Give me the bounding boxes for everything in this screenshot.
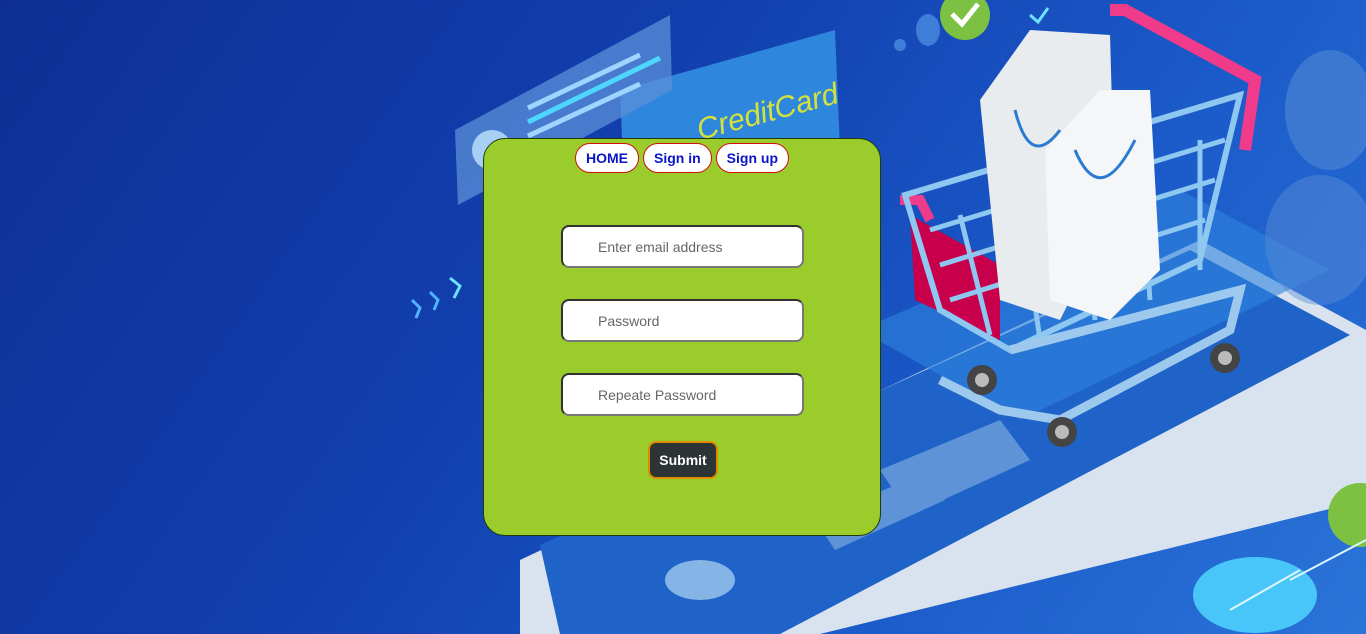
signup-form-card: HOME Sign in Sign up Submit — [483, 138, 881, 536]
email-field[interactable] — [561, 225, 804, 268]
page: CreditCard HOME Sign in Sign up Enter em… — [0, 0, 1366, 634]
password-field[interactable] — [561, 299, 804, 342]
sign-up-button[interactable]: Sign up — [715, 143, 789, 173]
sign-in-button[interactable]: Sign in — [643, 143, 712, 173]
repeat-password-field[interactable] — [561, 373, 804, 416]
chevron-arrows-icon — [410, 276, 462, 319]
home-button[interactable]: HOME — [575, 143, 639, 173]
submit-button[interactable]: Submit — [648, 441, 718, 479]
top-nav: HOME Sign in Sign up — [484, 143, 880, 173]
